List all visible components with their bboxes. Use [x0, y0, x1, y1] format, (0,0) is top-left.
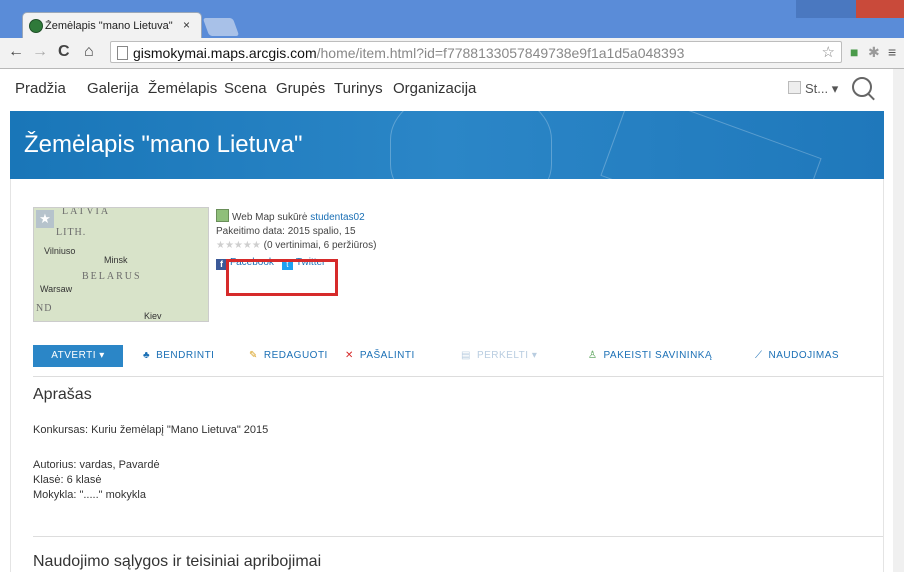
nav-item-gallery[interactable]: Galerija: [87, 80, 139, 97]
top-navigation: Pradžia Galerija Žemėlapis Scena Grupės …: [0, 69, 904, 109]
action-bar: ATVERTI ▾ ♣ BENDRINTI ✎ REDAGUOTI ✕ PAŠALIN…: [33, 336, 883, 377]
delete-icon: ✕: [345, 350, 354, 361]
extension-icon-2[interactable]: ✱: [868, 44, 880, 61]
scrollbar[interactable]: [893, 69, 904, 572]
description-text: Mokykla: "....." mokykla: [33, 489, 146, 501]
menu-icon[interactable]: ≡: [888, 44, 896, 60]
tab-title: Žemėlapis "mano Lietuva": [45, 20, 173, 32]
rating-text: (0 vertinimai, 6 peržiūros): [263, 240, 377, 251]
map-label: BELARUS: [82, 271, 142, 282]
tab-close-icon[interactable]: ×: [183, 18, 190, 32]
map-label: Minsk: [104, 255, 128, 265]
modified-date: Pakeitimo data: 2015 spalio, 15: [216, 226, 356, 237]
page-icon: [117, 46, 128, 60]
search-icon[interactable]: [852, 77, 872, 97]
owner-icon: ♙: [588, 350, 598, 361]
extension-icon[interactable]: ■: [850, 44, 858, 60]
chart-icon: ⟋: [755, 350, 763, 361]
highlight-box: [226, 259, 338, 296]
nav-item-content[interactable]: Turinys: [334, 80, 383, 97]
item-type: Web Map sukūrė: [232, 212, 308, 223]
reload-icon[interactable]: C: [58, 43, 70, 61]
address-bar[interactable]: gismokymai.maps.arcgis.com/home/item.htm…: [110, 41, 842, 63]
delete-button[interactable]: ✕ PAŠALINTI: [345, 350, 415, 361]
description-title: Aprašas: [33, 386, 92, 403]
webmap-icon: [216, 209, 229, 222]
map-label: ND: [36, 303, 53, 314]
description-text: Autorius: vardas, Pavardė: [33, 459, 160, 471]
user-icon: [788, 81, 801, 94]
nav-item-map[interactable]: Žemėlapis: [148, 80, 217, 97]
forward-icon[interactable]: →: [32, 43, 48, 61]
nav-item-scene[interactable]: Scena: [224, 80, 267, 97]
description-text: Konkursas: Kuriu žemėlapį "Mano Lietuva"…: [33, 424, 269, 436]
map-label: Warsaw: [40, 284, 73, 294]
folder-icon: ▤: [461, 350, 471, 361]
share-button[interactable]: ♣ BENDRINTI: [143, 350, 214, 361]
chevron-down-icon: ▾: [831, 81, 839, 96]
divider: [33, 536, 883, 537]
maximize-button[interactable]: [826, 0, 856, 18]
url-text: gismokymai.maps.arcgis.com/home/item.htm…: [133, 45, 685, 61]
minimize-button[interactable]: [796, 0, 826, 18]
browser-toolbar: ← → C ⌂ gismokymai.maps.arcgis.com/home/…: [0, 38, 904, 69]
terms-title: Naudojimo sąlygos ir teisiniai apribojim…: [33, 553, 322, 570]
description-text: Klasė: 6 klasė: [33, 474, 102, 486]
user-menu[interactable]: St... ▾: [788, 81, 838, 97]
map-thumbnail[interactable]: LATVIA LITH. Vilniuso Minsk BELARUS Wars…: [33, 207, 209, 322]
edit-button[interactable]: ✎ REDAGUOTI: [249, 350, 328, 361]
favorite-star-icon[interactable]: ★: [36, 210, 54, 228]
home-icon[interactable]: ⌂: [84, 43, 94, 61]
nav-item-home[interactable]: Pradžia: [15, 80, 66, 97]
usage-button[interactable]: ⟋ NAUDOJIMAS: [755, 350, 839, 361]
change-owner-button[interactable]: ♙ PAKEISTI SAVININKĄ: [588, 350, 712, 361]
bookmark-star-icon[interactable]: ☆: [822, 43, 835, 61]
nav-item-organization[interactable]: Organizacija: [393, 80, 476, 97]
move-button[interactable]: ▤ PERKELTI ▾: [461, 350, 537, 361]
close-window-button[interactable]: [856, 0, 904, 18]
rating-stars[interactable]: ★★★★★: [216, 240, 261, 251]
map-label: LATVIA: [62, 207, 111, 217]
item-details: LATVIA LITH. Vilniuso Minsk BELARUS Wars…: [10, 179, 884, 572]
back-icon[interactable]: ←: [8, 43, 24, 61]
browser-tab[interactable]: Žemėlapis "mano Lietuva" ×: [22, 12, 202, 38]
pencil-icon: ✎: [249, 350, 258, 361]
map-label: LITH.: [56, 227, 87, 238]
browser-titlebar: Žemėlapis "mano Lietuva" ×: [0, 0, 904, 38]
share-icon: ♣: [143, 350, 151, 361]
open-button[interactable]: ATVERTI ▾: [33, 345, 123, 367]
new-tab-button[interactable]: [202, 18, 240, 36]
banner-pattern: [600, 111, 822, 179]
nav-item-groups[interactable]: Grupės: [276, 80, 325, 97]
page-title: Žemėlapis "mano Lietuva": [24, 131, 303, 158]
owner-link[interactable]: studentas02: [310, 212, 365, 223]
map-label: Vilniuso: [44, 246, 76, 256]
banner-pattern: [390, 111, 552, 179]
item-banner: Žemėlapis "mano Lietuva": [10, 111, 884, 179]
map-label: Kiev: [144, 311, 162, 321]
page: Pradžia Galerija Žemėlapis Scena Grupės …: [0, 69, 904, 572]
globe-icon: [29, 19, 43, 33]
